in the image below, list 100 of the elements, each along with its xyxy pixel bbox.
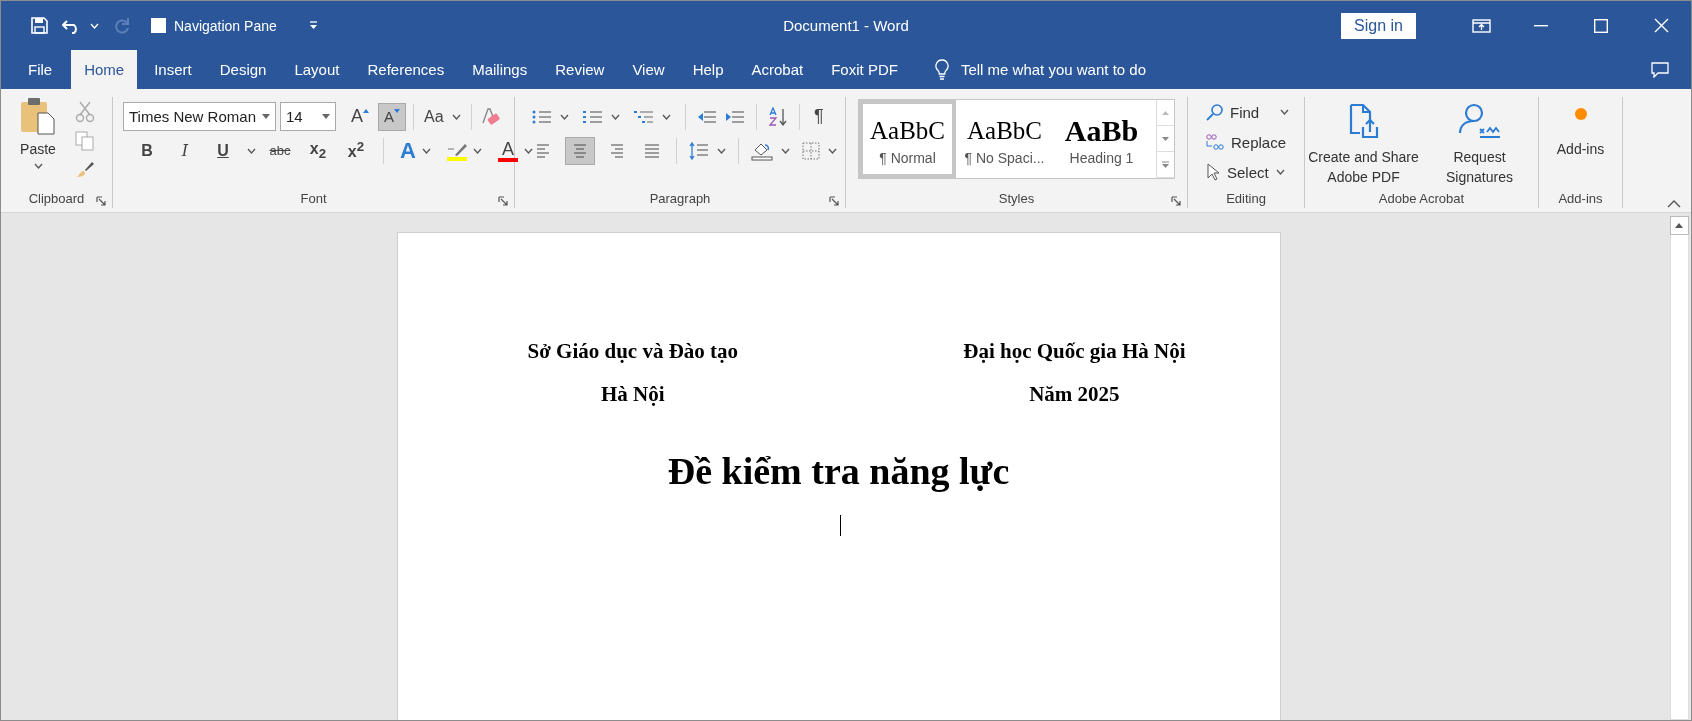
navigation-pane-label: Navigation Pane: [174, 17, 277, 34]
add-ins-button[interactable]: Add-ins: [1539, 97, 1622, 190]
group-label: Add-ins: [1557, 190, 1604, 208]
scroll-up-button[interactable]: [1669, 216, 1689, 235]
alignment-icon: [608, 142, 624, 159]
clipboard-icon[interactable]: [20, 97, 56, 135]
comment-icon[interactable]: [1651, 61, 1669, 78]
header-text: Đại học Quốc gia Hà Nội: [963, 339, 1186, 364]
change-case-button[interactable]: Aa: [421, 102, 464, 131]
more-styles-icon[interactable]: [1162, 161, 1169, 168]
dialog-launcher-icon[interactable]: [498, 196, 508, 206]
create-pdf-button[interactable]: Create and Share Adobe PDF: [1305, 97, 1422, 190]
text-effects-button[interactable]: A: [397, 136, 434, 165]
header-text: Năm 2025: [1029, 382, 1120, 407]
grow-font-button[interactable]: A: [346, 102, 374, 131]
replace-button[interactable]: Replace: [1200, 127, 1296, 157]
caret-icon[interactable]: [828, 147, 837, 154]
header-text: Sở Giáo dục và Đào tạo: [527, 339, 739, 364]
superscript-button[interactable]: x$^{2}$: [342, 136, 370, 165]
ribbon-display-options-icon[interactable]: [1471, 18, 1491, 33]
ribbon-tab[interactable]: Help: [679, 50, 737, 89]
customize-menu-icon[interactable]: [308, 21, 318, 30]
group-label: Clipboard: [27, 190, 86, 208]
caret-icon[interactable]: [1280, 109, 1290, 115]
replace-icon: [1206, 133, 1224, 151]
caret-icon[interactable]: [560, 113, 569, 120]
caret-icon[interactable]: [781, 147, 790, 154]
italic-button[interactable]: I: [171, 136, 199, 165]
group-label: Styles: [997, 190, 1036, 208]
ribbon-tab[interactable]: References: [354, 50, 458, 89]
group-label: Paragraph: [648, 190, 712, 208]
tell-me-search[interactable]: Tell me what you want to do: [960, 61, 1146, 78]
pointer-icon: [1206, 163, 1220, 181]
style-gallery-item[interactable]: AaBbC ¶ No Spaci...: [956, 100, 1053, 178]
numbered-list-icon: [583, 108, 603, 125]
paintbrush-icon[interactable]: [75, 159, 95, 179]
minimize-icon[interactable]: [1534, 24, 1548, 27]
request-signatures-button[interactable]: Request Signatures: [1421, 97, 1538, 190]
alignment-icon: [572, 142, 588, 159]
collapse-ribbon-icon[interactable]: [1667, 200, 1681, 208]
ribbon-tab[interactable]: Review: [542, 50, 618, 89]
save-icon[interactable]: [31, 17, 48, 34]
bold-button[interactable]: B: [133, 136, 161, 165]
align-center-button[interactable]: [565, 136, 595, 165]
dot-icon: [1573, 107, 1588, 121]
caret-icon[interactable]: [662, 113, 671, 120]
shrink-font-button[interactable]: A: [378, 102, 406, 131]
dropdown-arrow-icon: [262, 114, 270, 119]
ribbon-tab[interactable]: Mailings: [459, 50, 541, 89]
ribbon-tab[interactable]: View: [619, 50, 678, 89]
caret-icon[interactable]: [451, 113, 461, 120]
strike-button[interactable]: abc: [266, 136, 294, 165]
maximize-icon[interactable]: [1594, 18, 1608, 33]
font-color-button[interactable]: A: [494, 136, 536, 165]
style-gallery-item[interactable]: AaBbC ¶ Normal: [859, 100, 956, 178]
caret-icon[interactable]: [421, 147, 431, 154]
ribbon-tab[interactable]: Acrobat: [738, 50, 817, 89]
caret-icon[interactable]: [33, 163, 43, 169]
dialog-launcher-icon[interactable]: [1171, 196, 1181, 206]
sort-icon[interactable]: [768, 106, 788, 127]
caret-icon[interactable]: [717, 147, 726, 154]
ribbon-tab[interactable]: Home: [71, 50, 138, 89]
caret-icon[interactable]: [611, 113, 620, 120]
bullet-list-icon: [532, 108, 552, 125]
line-spacing-icon: [689, 141, 709, 160]
alignment-icon: [644, 142, 660, 159]
style-gallery-item[interactable]: AaBb Heading 1: [1053, 100, 1150, 178]
search-icon: [1206, 103, 1223, 121]
header-text: Hà Nội: [601, 382, 665, 407]
ribbon-tab[interactable]: Layout: [281, 50, 353, 89]
sign-in-button[interactable]: Sign in: [1341, 12, 1416, 39]
ribbon-tab[interactable]: File: [15, 50, 66, 89]
navigation-pane-checkbox[interactable]: [151, 18, 166, 33]
border-grid-icon: [802, 141, 820, 160]
scroll-down-icon[interactable]: [1162, 136, 1169, 141]
font-size-field[interactable]: 14: [280, 102, 336, 131]
subscript-button[interactable]: x$_{2}$: [304, 136, 332, 165]
find-button[interactable]: Find: [1200, 97, 1296, 127]
caret-icon[interactable]: [472, 147, 482, 154]
show-marks-button[interactable]: ¶: [811, 102, 827, 131]
text-cursor: [839, 515, 841, 536]
select-button[interactable]: Select: [1200, 157, 1296, 187]
caret-icon[interactable]: [1275, 169, 1285, 175]
document-title: Đề kiểm tra năng lực: [666, 449, 1011, 493]
decrease-indent-icon[interactable]: [697, 108, 717, 125]
caret-icon[interactable]: [247, 147, 256, 154]
dialog-launcher-icon[interactable]: [829, 196, 839, 206]
file-share-icon: [1348, 103, 1379, 139]
lightbulb-icon[interactable]: [934, 58, 949, 81]
caret-icon[interactable]: [523, 147, 533, 154]
dialog-launcher-icon[interactable]: [96, 196, 106, 206]
increase-indent-icon[interactable]: [725, 108, 745, 125]
underline-button[interactable]: U: [209, 136, 237, 165]
font-name-field[interactable]: Times New Roman: [123, 102, 276, 131]
ribbon-tab[interactable]: Foxit PDF: [818, 50, 911, 89]
close-icon[interactable]: [1653, 18, 1669, 33]
paste-button[interactable]: Paste: [13, 97, 63, 190]
ribbon-tab[interactable]: Insert: [141, 50, 205, 89]
multilevel-list-icon: [634, 108, 654, 125]
ribbon-tab[interactable]: Design: [206, 50, 280, 89]
